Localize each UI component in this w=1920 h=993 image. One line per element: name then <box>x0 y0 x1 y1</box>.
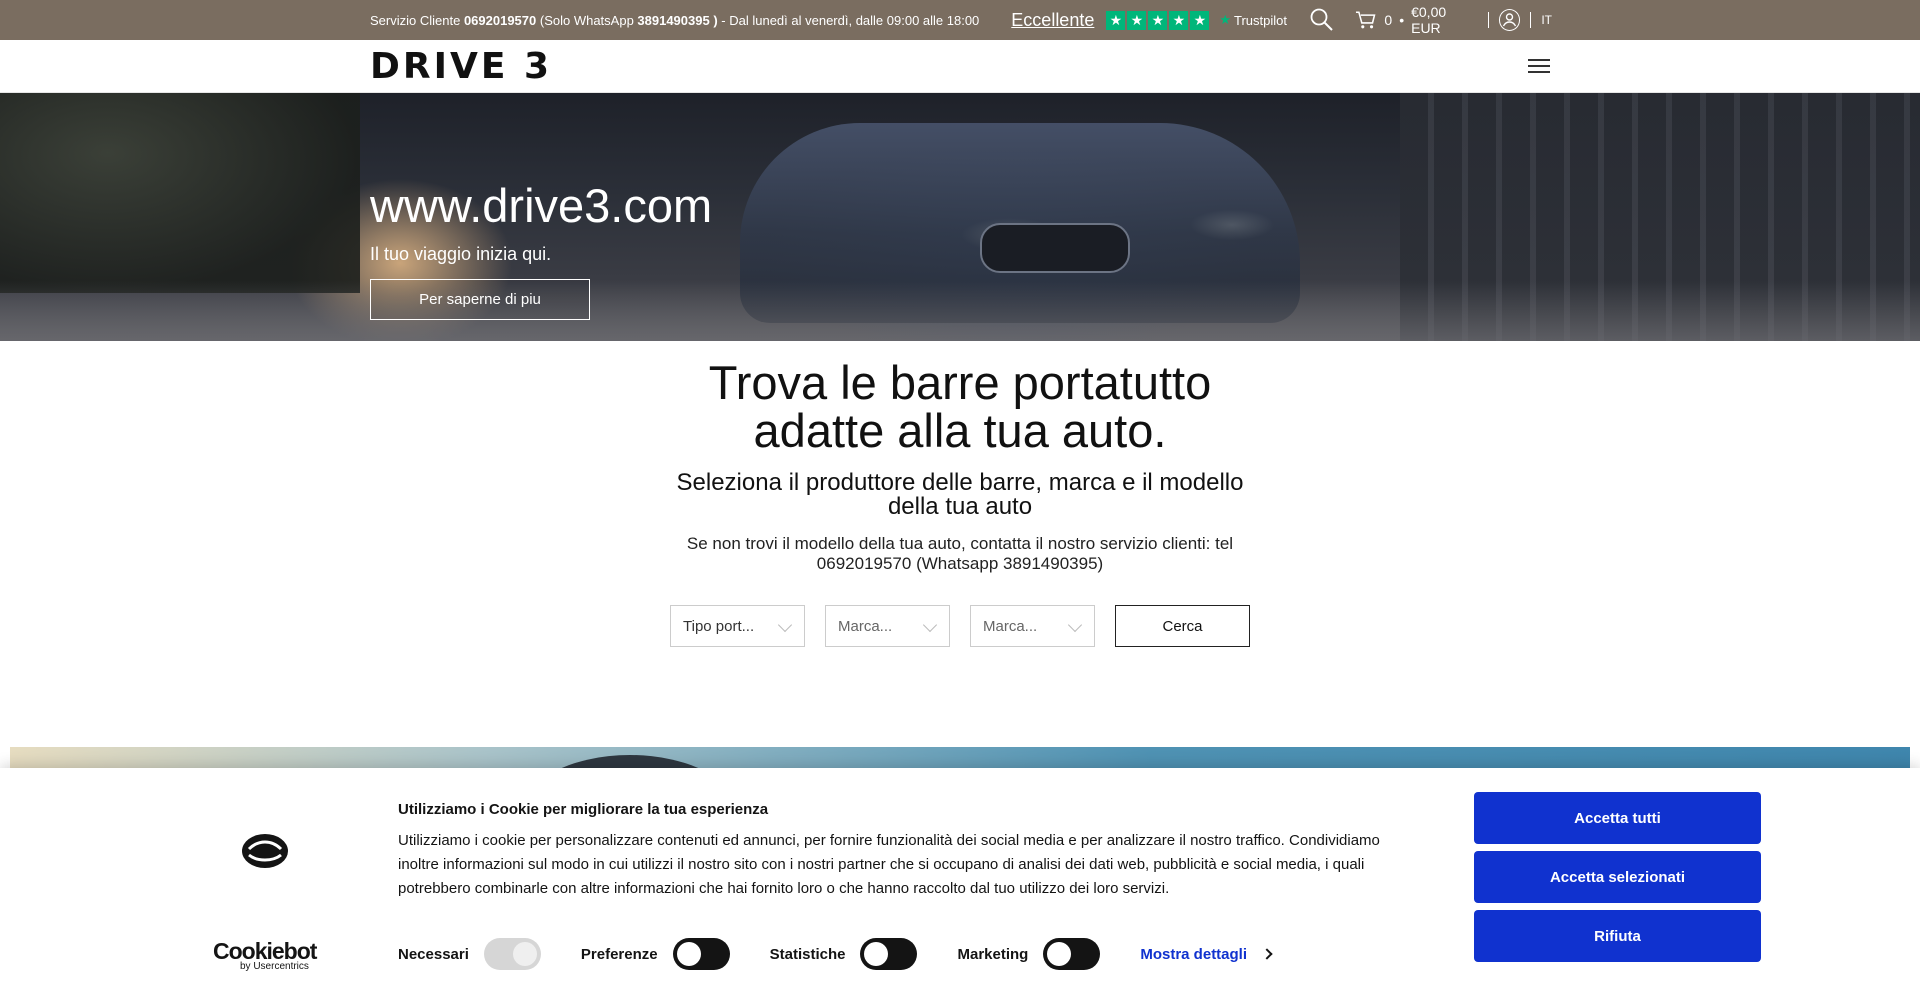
trustpilot-rating-label[interactable]: Eccellente <box>1011 10 1094 31</box>
star-icon: ★ <box>1106 10 1126 30</box>
star-icon: ★ <box>1127 10 1147 30</box>
toggle-marketing[interactable]: Marketing <box>957 938 1101 970</box>
trustpilot-stars: ★ ★ ★ ★ ★ <box>1106 10 1211 30</box>
toggle-preferences-label: Preferenze <box>580 945 658 963</box>
star-icon: ★ <box>1190 10 1210 30</box>
marketing-switch[interactable] <box>1043 938 1101 970</box>
toggle-statistics[interactable]: Statistiche <box>770 938 918 970</box>
reject-button[interactable]: Rifiuta <box>1474 910 1761 962</box>
cookie-title: Utilizziamo i Cookie per migliorare la t… <box>398 801 769 818</box>
service-hours: - Dal lunedì al venerdì, dalle 09:00 all… <box>717 12 980 28</box>
accept-selected-button[interactable]: Accetta selezionati <box>1474 851 1761 903</box>
cookiebot-icon <box>240 832 290 870</box>
show-details-link[interactable]: Mostra dettagli <box>1140 945 1273 963</box>
whatsapp-suffix: ) <box>709 12 718 28</box>
make-select[interactable]: Marca... <box>825 605 950 647</box>
toggle-statistics-label: Statistiche <box>769 945 846 963</box>
model-select-value: Marca... <box>983 617 1038 635</box>
toggle-necessary: Necessari <box>398 938 541 970</box>
learn-more-button[interactable]: Per saperne di piu <box>370 279 590 320</box>
top-bar: Servizio Cliente 0692019570 (Solo WhatsA… <box>0 0 1920 40</box>
show-details-label: Mostra dettagli <box>1140 945 1248 963</box>
cart-total: €0,00 EUR <box>1411 4 1447 36</box>
chevron-down-icon <box>1067 617 1083 633</box>
service-prefix: Servizio Cliente <box>370 12 464 28</box>
chevron-down-icon <box>922 617 938 633</box>
type-select[interactable]: Tipo port... <box>670 605 805 647</box>
toggle-preferences[interactable]: Preferenze <box>581 938 730 970</box>
cookie-banner: Cookiebot by Usercentrics Utilizziamo i … <box>0 768 1920 993</box>
chevron-down-icon <box>777 617 793 633</box>
cookie-consent-toggles: Necessari Preferenze Statistiche Marketi… <box>398 938 1273 970</box>
finder-note: Se non trovi il modello della tua auto, … <box>686 534 1234 573</box>
make-select-value: Marca... <box>838 617 893 635</box>
toggle-necessary-label: Necessari <box>398 945 469 963</box>
cart-button[interactable]: 0 • €0,00 EUR <box>1355 4 1478 36</box>
cart-count: 0 <box>1384 12 1393 28</box>
trustpilot-star-icon: ★ <box>1219 12 1232 27</box>
hero-banner: www.drive3.com Il tuo viaggio inizia qui… <box>0 93 1920 341</box>
model-select[interactable]: Marca... <box>970 605 1095 647</box>
type-select-value: Tipo port... <box>683 617 755 635</box>
site-header: DRIVE 3 <box>0 40 1920 93</box>
cart-icon <box>1355 11 1376 29</box>
search-button[interactable]: Cerca <box>1115 605 1250 647</box>
divider <box>1487 12 1489 28</box>
hero-car-grille <box>980 223 1130 273</box>
toggle-marketing-label: Marketing <box>957 945 1029 963</box>
necessary-switch <box>483 938 541 970</box>
cookie-body: Utilizziamo i cookie per personalizzare … <box>398 832 1380 897</box>
trustpilot-logo: ★ Trustpilot <box>1219 12 1287 28</box>
whatsapp-number: 3891490395 <box>637 12 710 28</box>
star-icon: ★ <box>1148 10 1168 30</box>
trustpilot-widget[interactable]: Eccellente ★ ★ ★ ★ ★ ★ Trustpilot <box>1011 10 1287 31</box>
hero-subtitle: Il tuo viaggio inizia qui. <box>370 244 552 264</box>
site-logo[interactable]: DRIVE 3 <box>370 49 552 85</box>
hero-road <box>0 281 1920 341</box>
preferences-switch[interactable] <box>672 938 730 970</box>
divider <box>1530 12 1532 28</box>
customer-service-info: Servizio Cliente 0692019570 (Solo WhatsA… <box>370 13 979 28</box>
language-selector[interactable]: IT <box>1541 13 1552 27</box>
statistics-switch[interactable] <box>860 938 918 970</box>
finder-subtitle: Seleziona il produttore delle barre, mar… <box>676 469 1244 520</box>
finder-title: Trova le barre portatutto adatte alla tu… <box>708 356 1212 457</box>
whatsapp-prefix: (Solo WhatsApp <box>536 12 638 28</box>
service-phone: 0692019570 <box>463 12 537 28</box>
menu-icon[interactable] <box>1528 59 1550 75</box>
hero-trees <box>0 93 360 293</box>
search-icon[interactable] <box>1309 7 1335 33</box>
cookiebot-byline: by Usercentrics <box>240 961 309 972</box>
hero-title: www.drive3.com <box>370 179 713 232</box>
star-icon: ★ <box>1169 10 1189 30</box>
trustpilot-brand: Trustpilot <box>1234 12 1287 28</box>
cart-bullet: • <box>1399 12 1405 28</box>
account-icon[interactable] <box>1498 9 1521 31</box>
accept-all-button[interactable]: Accetta tutti <box>1474 792 1761 844</box>
chevron-right-icon <box>1261 948 1273 960</box>
